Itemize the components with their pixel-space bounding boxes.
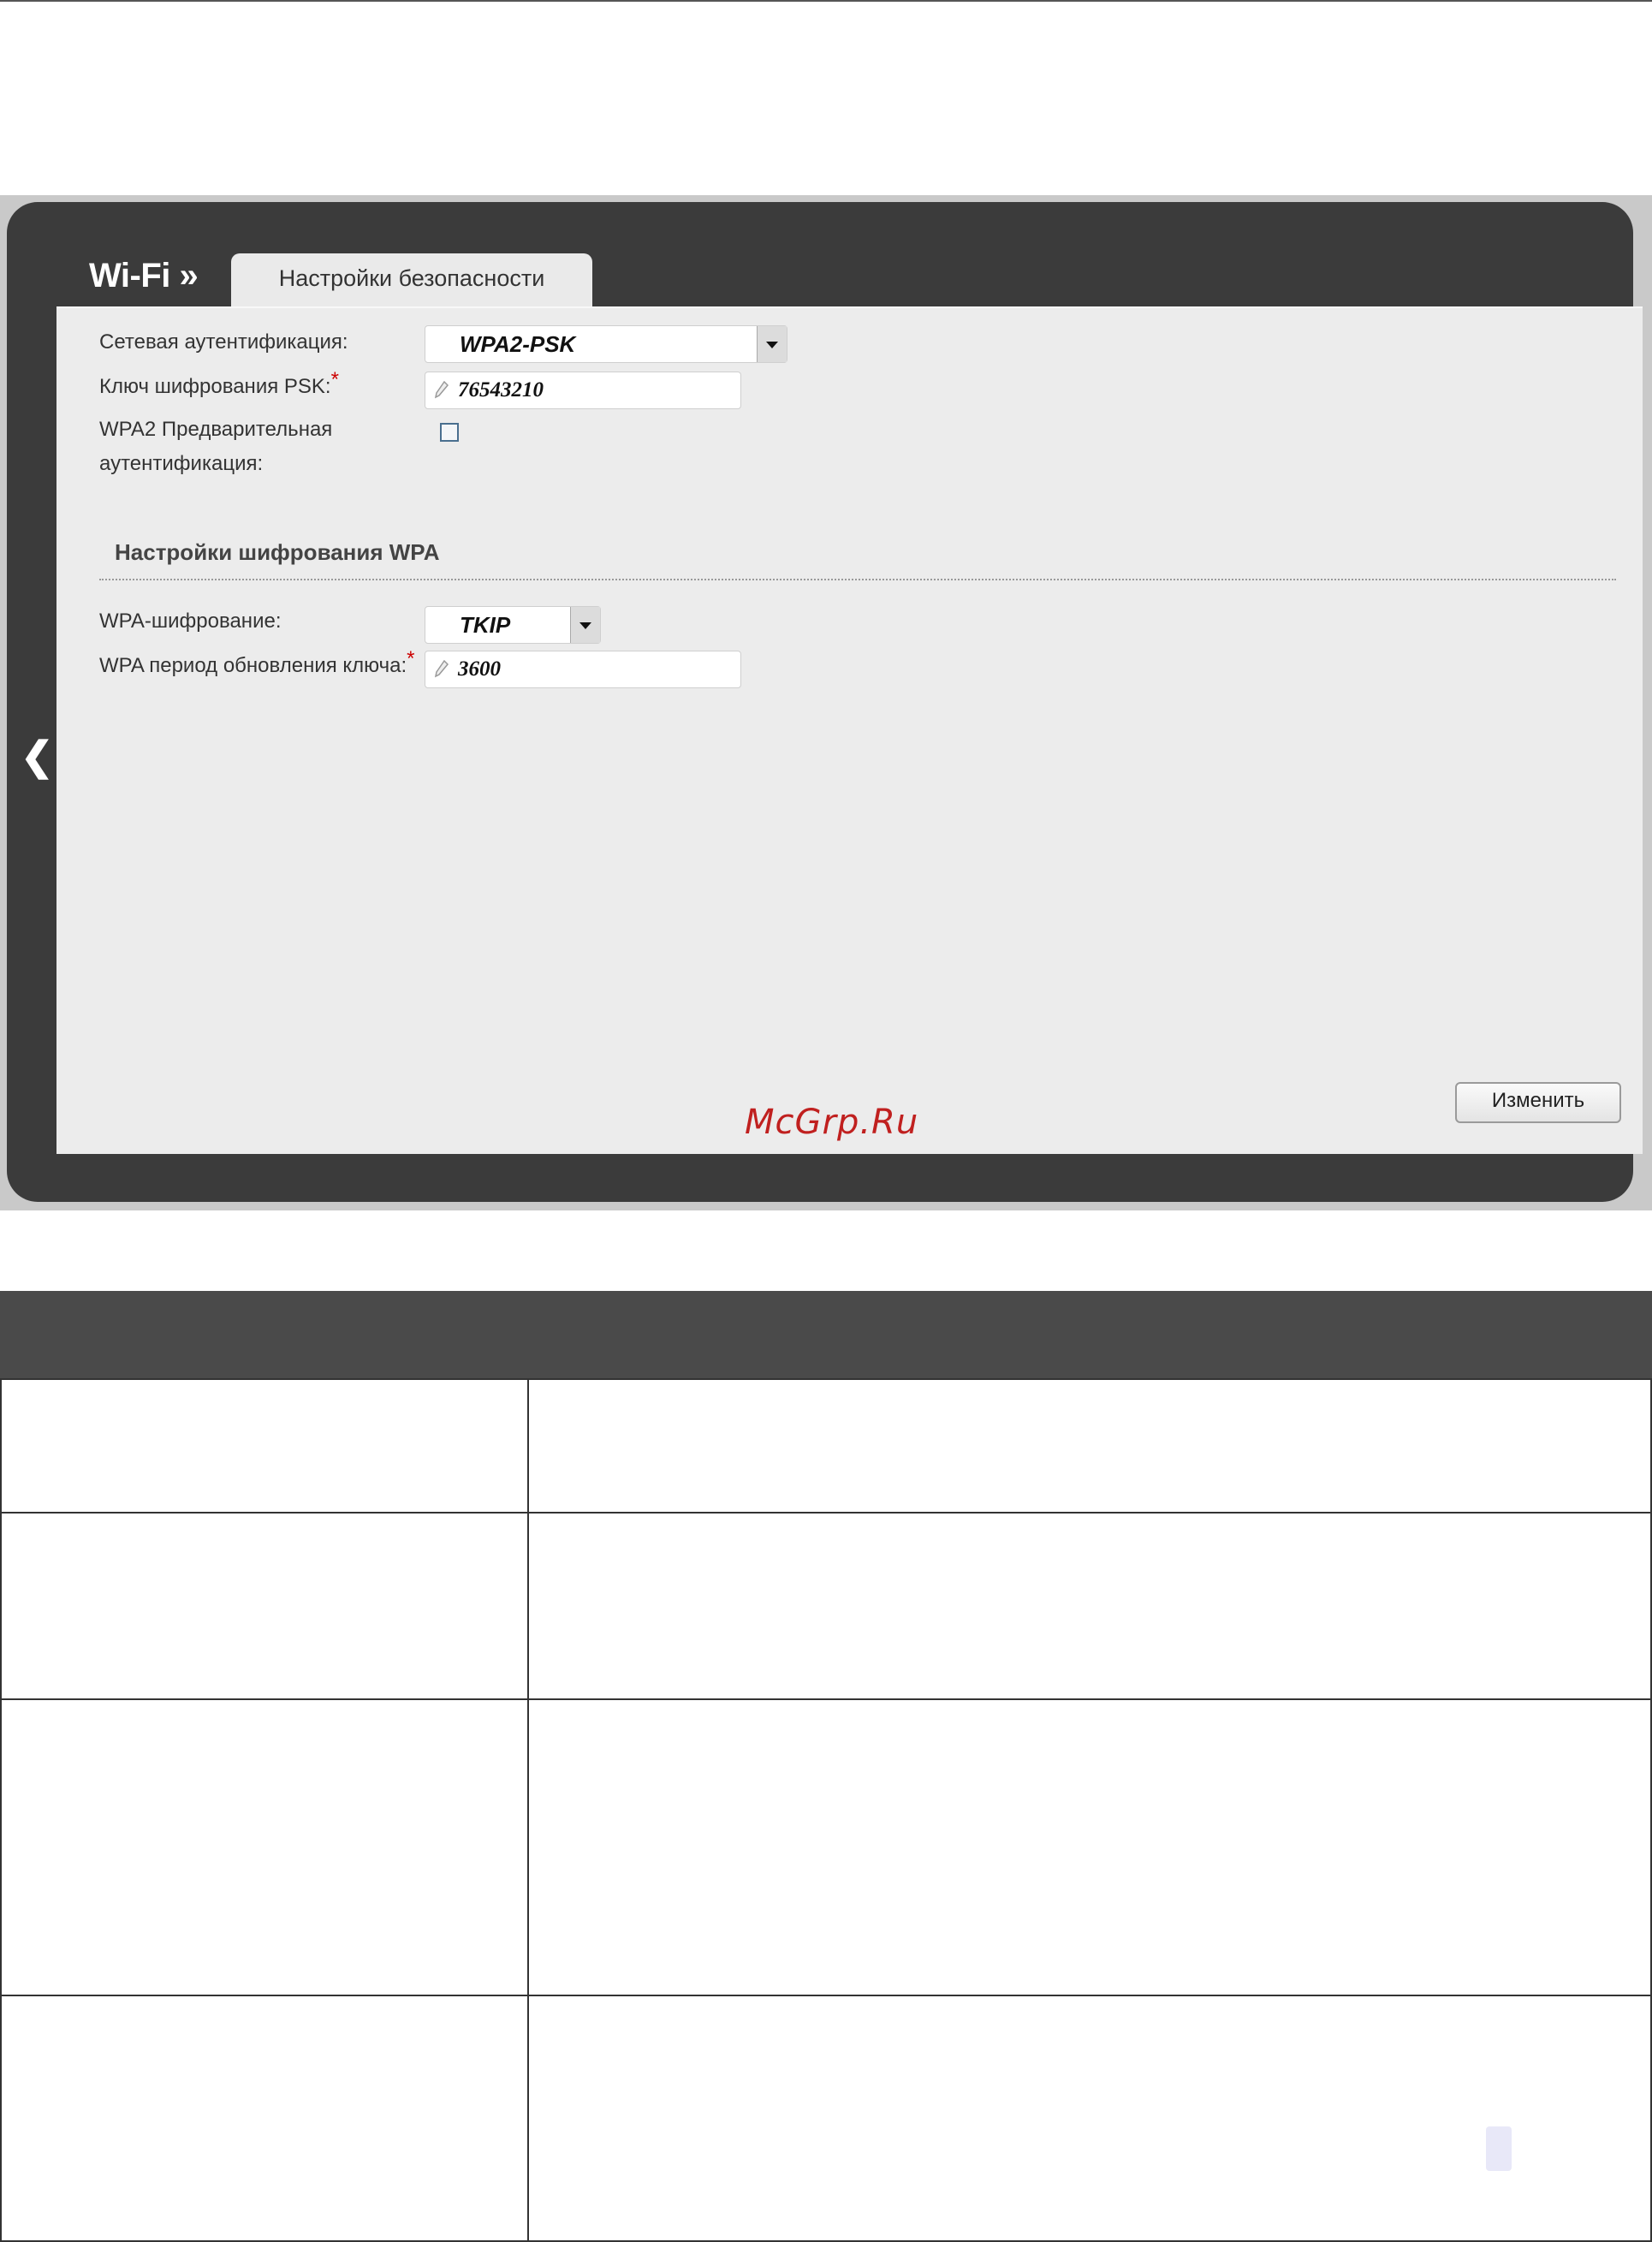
back-arrow-icon[interactable]: ❮	[21, 733, 54, 779]
screenshot-frame: Wi-Fi » Настройки безопасности ❮ Сетевая…	[0, 195, 1652, 1210]
router-ui: Wi-Fi » Настройки безопасности ❮ Сетевая…	[7, 202, 1643, 1202]
watermark: McGrp.Ru	[745, 1103, 919, 1142]
psk-value: 76543210	[458, 378, 544, 401]
auth-label: Сетевая аутентификация:	[99, 330, 348, 354]
wpa-enc-label: WPA-шифрование:	[99, 610, 282, 633]
chevron-down-icon[interactable]	[757, 326, 787, 362]
rekey-label-text: WPA период обновления ключа:	[99, 654, 407, 677]
required-mark: *	[407, 647, 415, 670]
chevron-down-icon[interactable]	[570, 607, 600, 643]
tab-label: Настройки безопасности	[278, 265, 545, 291]
table-cell	[0, 1378, 529, 1513]
pencil-icon	[434, 659, 449, 678]
wpa-section-title: Настройки шифрования WPA	[115, 539, 440, 565]
required-mark: *	[330, 368, 339, 391]
rekey-input[interactable]: 3600	[425, 651, 741, 688]
wpa-enc-value: TKIP	[460, 612, 511, 638]
tab-security-settings[interactable]: Настройки безопасности	[231, 253, 592, 308]
rekey-label: WPA период обновления ключа:*	[99, 647, 415, 683]
change-button[interactable]: Изменить	[1455, 1082, 1621, 1123]
section-title-wifi[interactable]: Wi-Fi »	[89, 257, 199, 295]
page-top-rule	[0, 0, 1652, 2]
table-header	[0, 1291, 1652, 1380]
auth-select-value: WPA2-PSK	[460, 331, 576, 357]
table-cell	[527, 1378, 1652, 1513]
preauth-label-line1: WPA2 Предварительная	[99, 418, 333, 441]
pencil-icon	[434, 380, 449, 399]
table-cell	[527, 1698, 1652, 1996]
psk-label: Ключ шифрования PSK:*	[99, 368, 339, 404]
preauth-label-line2: аутентификация:	[99, 452, 264, 475]
psk-input[interactable]: 76543210	[425, 372, 741, 409]
settings-panel: Сетевая аутентификация: WPA2-PSK Ключ ши…	[56, 306, 1643, 1154]
table-cell	[0, 1698, 529, 1996]
table-cell	[0, 1995, 529, 2242]
page-marker	[1486, 2126, 1512, 2171]
table-cell	[0, 1512, 529, 1700]
preauth-checkbox[interactable]	[440, 423, 459, 442]
auth-select[interactable]: WPA2-PSK	[425, 325, 787, 363]
psk-label-text: Ключ шифрования PSK:	[99, 375, 331, 398]
wpa-enc-select[interactable]: TKIP	[425, 606, 601, 644]
table-cell	[527, 1512, 1652, 1700]
table-cell	[527, 1995, 1652, 2242]
section-divider	[99, 579, 1616, 580]
rekey-value: 3600	[458, 657, 501, 681]
